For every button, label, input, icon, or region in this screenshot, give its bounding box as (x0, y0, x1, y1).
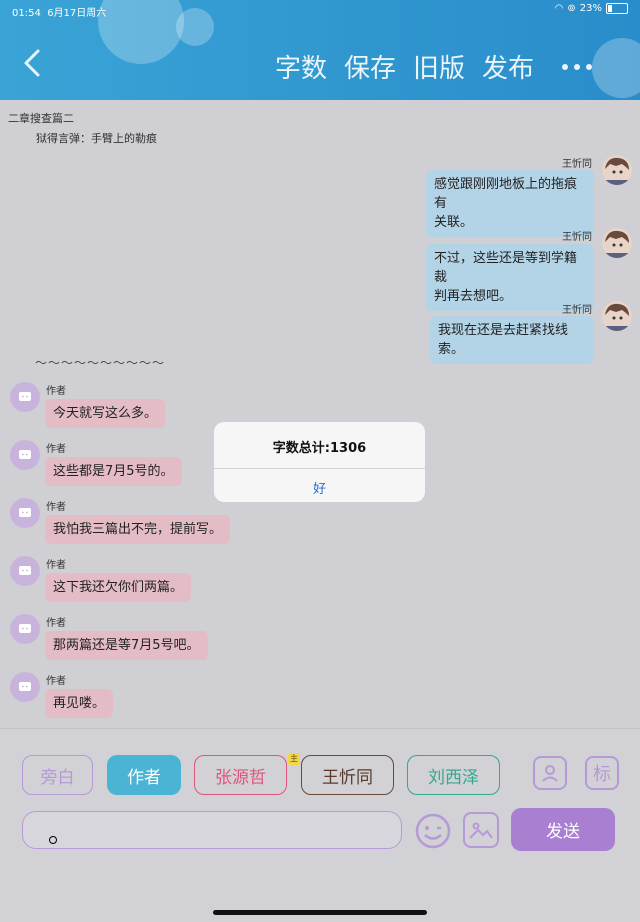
avatar-author[interactable] (10, 382, 40, 412)
sender-name: 作者 (46, 560, 66, 571)
role-author[interactable]: 作者 (107, 755, 181, 795)
role-liuxize[interactable]: 刘西泽 (407, 755, 500, 795)
avatar-author[interactable] (10, 498, 40, 528)
back-arrow-icon[interactable] (22, 48, 42, 78)
message-bubble[interactable]: 这下我还欠你们两篇。 (45, 573, 192, 602)
avatar-author[interactable] (10, 440, 40, 470)
status-bar: 01:54 6月17日周六 ◠ ⊚ 23% (0, 0, 640, 20)
role-narration[interactable]: 旁白 (22, 755, 93, 795)
message-bubble[interactable]: 我怕我三篇出不完，提前写。 (45, 515, 231, 544)
wifi-icon: ◠ (554, 3, 564, 14)
avatar-author[interactable] (10, 556, 40, 586)
person-icon[interactable] (533, 756, 567, 790)
sender-name: 作者 (46, 618, 66, 629)
battery-icon (606, 3, 628, 14)
avatar-author[interactable] (10, 672, 40, 702)
sender-name: 作者 (46, 502, 66, 513)
avatar-wangxintong[interactable] (602, 301, 632, 331)
message-bubble[interactable]: 那两篇还是等7月5号吧。 (45, 631, 208, 660)
sender-name: 王忻同 (562, 305, 592, 316)
save-button[interactable]: 保存 (344, 48, 396, 85)
word-count-dialog: 字数总计:1306 好 (214, 422, 425, 502)
avatar-wangxintong[interactable] (602, 155, 632, 185)
role-wangxintong[interactable]: 王忻同 (301, 755, 394, 795)
chapter-title: 二章搜查篇二 (8, 112, 74, 125)
message-bubble[interactable]: 这些都是7月5号的。 (45, 457, 182, 486)
section-separator: ～～～～～～～～～～ (35, 356, 166, 370)
chapter-subtitle: 狱得言弹：手臂上的勒痕 (36, 132, 157, 145)
role-zhangyuanzhe[interactable]: 张源哲 (194, 755, 287, 795)
status-time: 01:54 (12, 8, 41, 19)
old-version-button[interactable]: 旧版 (413, 48, 465, 85)
message-bubble[interactable]: 我现在还是去赶紧找线索。 (430, 316, 594, 364)
lock-rotation-icon: ⊚ (567, 3, 576, 14)
chat-area[interactable]: 二章搜查篇二 狱得言弹：手臂上的勒痕 王忻同 感觉跟刚刚地板上的拖痕有 关联。 … (0, 100, 640, 728)
message-input[interactable] (22, 811, 402, 849)
decor-circle (592, 38, 640, 98)
sender-name: 王忻同 (562, 232, 592, 243)
send-button[interactable]: 发送 (511, 808, 615, 851)
dialog-divider (214, 468, 425, 469)
battery-percent: 23% (579, 3, 602, 14)
avatar-author[interactable] (10, 614, 40, 644)
protagonist-badge: 主 (288, 753, 300, 765)
sender-name: 作者 (46, 444, 66, 455)
word-count-button[interactable]: 字数 (275, 48, 327, 85)
message-bubble[interactable]: 再见喽。 (45, 689, 114, 718)
dialog-title: 字数总计:1306 (272, 441, 367, 456)
sender-name: 王忻同 (562, 159, 592, 170)
smile-icon[interactable] (414, 812, 452, 850)
sender-name: 作者 (46, 676, 66, 687)
message-bubble[interactable]: 感觉跟刚刚地板上的拖痕有 关联。 (426, 170, 594, 237)
dialog-ok-button[interactable]: 好 (214, 478, 425, 497)
home-indicator (213, 910, 427, 915)
cursor-dot (49, 836, 57, 844)
image-icon[interactable] (463, 812, 499, 848)
tag-icon[interactable]: 标 (585, 756, 619, 790)
publish-button[interactable]: 发布 (482, 48, 534, 85)
status-date: 6月17日周六 (47, 8, 107, 19)
avatar-wangxintong[interactable] (602, 228, 632, 258)
message-bubble[interactable]: 今天就写这么多。 (45, 399, 166, 428)
sender-name: 作者 (46, 386, 66, 397)
more-icon[interactable] (562, 64, 592, 70)
